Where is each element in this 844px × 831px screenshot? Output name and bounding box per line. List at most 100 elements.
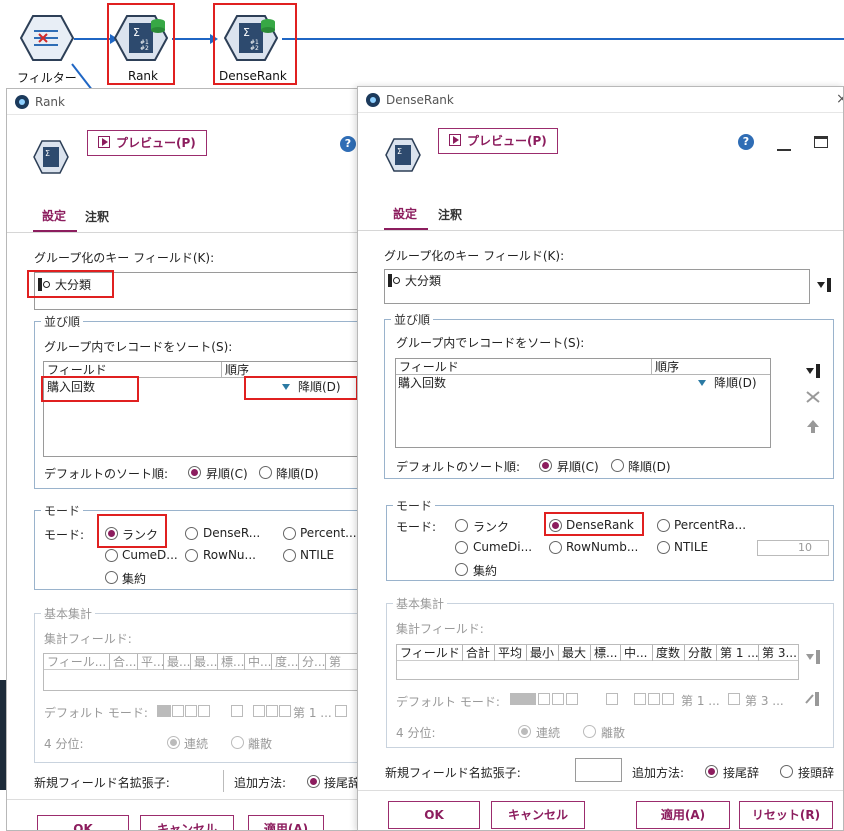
ntile-stepper[interactable]: 10 (757, 540, 829, 556)
quartile-discrete-radio (231, 736, 244, 749)
cancel-button[interactable]: キャンセル (491, 801, 585, 829)
move-up-icon[interactable] (805, 418, 821, 434)
mode-percent-radio[interactable] (283, 527, 296, 540)
quartile-continuous-radio (518, 725, 531, 738)
mode-rank-radio[interactable] (455, 519, 468, 532)
new-field-label: 新規フィールド名拡張子: (34, 776, 170, 790)
sort-field-highlight (41, 376, 139, 402)
aggregate-group-title: 基本集計 (41, 605, 96, 622)
sort-asc-label: 昇順(C) (557, 460, 599, 474)
sort-asc-label: 昇順(C) (206, 467, 248, 481)
sort-row-order[interactable]: 降順(D) (698, 375, 757, 391)
filter-node-label: フィルター (17, 71, 77, 85)
ok-button[interactable]: OK (388, 801, 480, 829)
mode-cume-radio[interactable] (455, 541, 468, 554)
svg-text:Σ: Σ (45, 149, 50, 158)
preview-button[interactable]: プレビュー(P) (87, 130, 207, 156)
mode-denserank-label: DenseR... (203, 526, 261, 540)
tab-annotation[interactable]: 注釈 (85, 208, 109, 225)
agg-field-label: 集計フィールド: (396, 622, 484, 636)
add-agg-field-icon (806, 650, 820, 664)
filter-node-icon[interactable] (20, 14, 74, 62)
prefix-radio[interactable] (780, 765, 793, 778)
sort-asc-radio[interactable] (539, 459, 552, 472)
group-key-field[interactable]: 大分類 (384, 269, 810, 304)
mode-cume-radio[interactable] (105, 549, 118, 562)
default-mode-extra: 第 1 ... (293, 706, 332, 720)
agg-table: フィール... 合... 平... 最... 最... 標... 中... 度.… (43, 653, 361, 691)
delete-icon[interactable] (805, 389, 821, 405)
quartile-label: 4 分位: (396, 726, 436, 740)
mode-rank-label: ランク (473, 520, 510, 534)
help-icon[interactable]: ? (738, 134, 754, 150)
suffix-radio[interactable] (307, 775, 320, 788)
new-field-suffix-input[interactable] (575, 758, 622, 782)
add-method-label: 追加方法: (234, 776, 287, 790)
default-mode-checkbox (253, 705, 265, 717)
denserank-node-icon[interactable]: Σ #1 #2 (224, 14, 278, 62)
rank-node-icon[interactable]: Σ #1 #2 (114, 14, 168, 62)
prefix-label: 接頭辞 (798, 766, 835, 780)
mode-denserank-radio[interactable] (185, 527, 198, 540)
quartile-continuous-radio (167, 736, 180, 749)
preview-button[interactable]: プレビュー(P) (438, 128, 558, 154)
denserank-node-label: DenseRank (219, 69, 287, 83)
svg-text:#2: #2 (250, 45, 259, 52)
add-sort-field-icon[interactable] (805, 363, 821, 379)
quartile-discrete-label: 離散 (601, 726, 626, 740)
rank-titlebar[interactable]: Rank (7, 89, 361, 115)
cancel-button[interactable]: キャンセル (140, 815, 234, 830)
sort-col-order: 順序 (655, 360, 680, 374)
default-mode-checkbox (335, 705, 347, 717)
button-divider (7, 799, 361, 800)
suffix-label: 接尾辞 (723, 766, 760, 780)
mode-percent-radio[interactable] (657, 519, 670, 532)
default-mode-checkbox (266, 705, 278, 717)
tab-settings[interactable]: 設定 (393, 205, 417, 222)
rank-dialog: Rank Σ プレビュー(P) ? 設定 注釈 グループ化のキー フィールド(K… (6, 88, 362, 831)
default-sort-label: デフォルトのソート順: (44, 467, 169, 481)
sort-desc-radio[interactable] (259, 466, 272, 479)
mode-percent-label: PercentRa... (674, 518, 747, 532)
mode-ntile-label: NTILE (674, 540, 709, 554)
mode-ntile-radio[interactable] (283, 549, 296, 562)
tab-divider (358, 230, 843, 231)
rank-node-label: Rank (128, 69, 158, 83)
maximize-icon[interactable] (814, 136, 828, 148)
mode-aggregate-radio[interactable] (105, 571, 118, 584)
mode-aggregate-radio[interactable] (455, 563, 468, 576)
mode-ntile-radio[interactable] (657, 541, 670, 554)
agg-table: フィールド 合計 平均 最小 最大 標... 中... 度数 分散 第 1 ..… (396, 644, 799, 680)
apply-button[interactable]: 適用(A) (248, 815, 324, 830)
play-icon (98, 136, 110, 148)
group-key-label: グループ化のキー フィールド(K): (384, 249, 565, 263)
reset-button[interactable]: リセット(R) (739, 801, 833, 829)
app-icon (366, 93, 380, 107)
sort-row-field[interactable]: 購入回数 (398, 375, 446, 391)
mode-denserank-highlight (544, 512, 644, 536)
quartile-continuous-label: 連続 (536, 726, 561, 740)
play-icon (449, 134, 461, 146)
mode-rownumber-radio[interactable] (549, 541, 562, 554)
quartile-discrete-radio (583, 725, 596, 738)
default-mode-checkbox (662, 693, 674, 705)
group-key-highlight (27, 270, 114, 298)
help-icon[interactable]: ? (340, 136, 356, 152)
default-mode-checkbox (172, 705, 184, 717)
field-picker-icon[interactable] (816, 277, 832, 293)
minimize-icon[interactable] (777, 139, 791, 151)
sort-desc-label: 降順(D) (628, 460, 671, 474)
sort-table[interactable]: フィールド 順序 購入回数 降順(D) (395, 358, 771, 448)
tab-annotation[interactable]: 注釈 (438, 206, 462, 223)
default-mode-checkbox (606, 693, 618, 705)
apply-button[interactable]: 適用(A) (636, 801, 730, 829)
sort-desc-radio[interactable] (611, 459, 624, 472)
sort-asc-radio[interactable] (188, 466, 201, 479)
mode-rownumber-radio[interactable] (185, 549, 198, 562)
ok-button[interactable]: OK (37, 815, 129, 830)
denserank-titlebar[interactable]: DenseRank × (358, 87, 843, 113)
tab-settings[interactable]: 設定 (42, 207, 66, 224)
close-icon[interactable]: × (836, 91, 843, 107)
group-key-value: 大分類 (405, 274, 442, 288)
suffix-radio[interactable] (705, 765, 718, 778)
